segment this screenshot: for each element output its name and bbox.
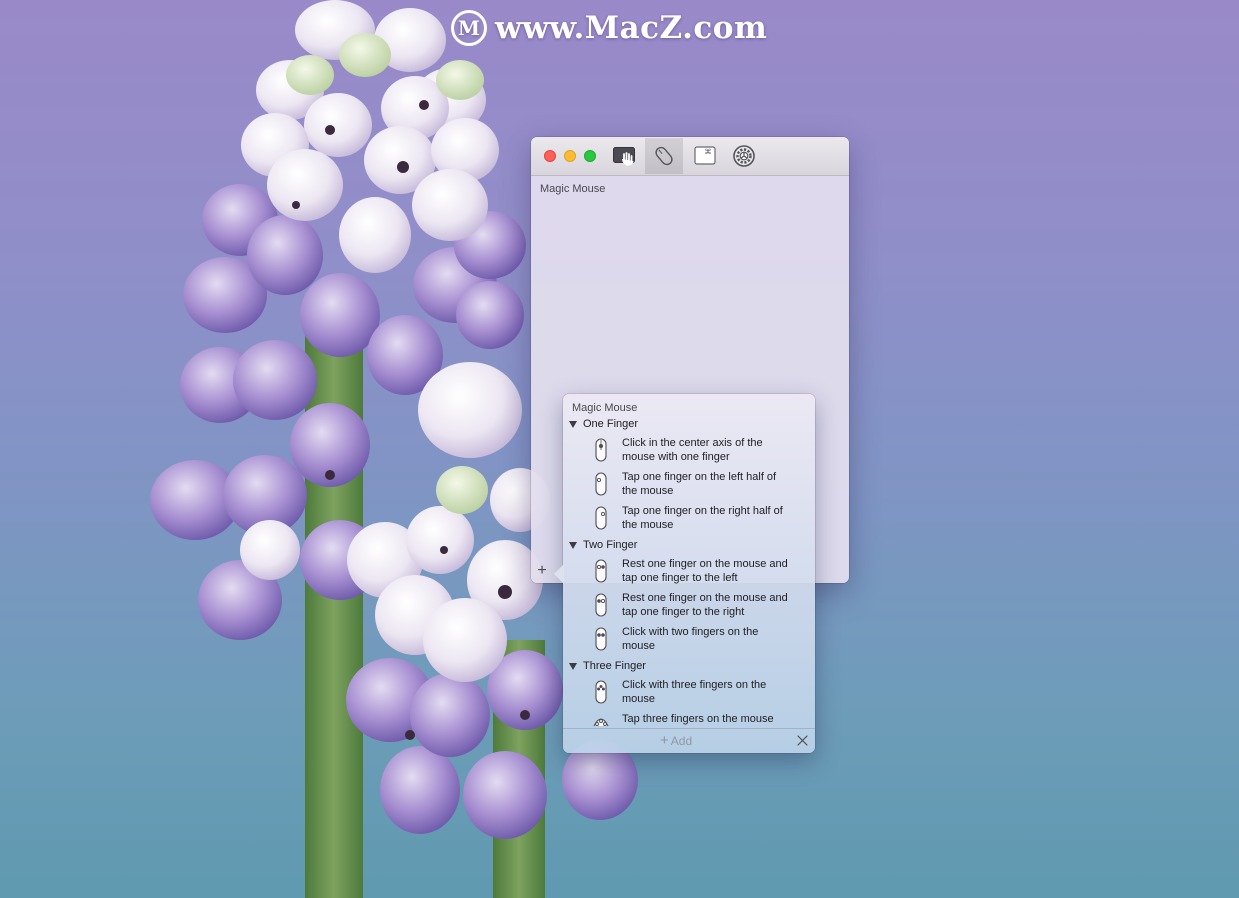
trackpad-hand-icon bbox=[613, 147, 635, 166]
mouse-right-tap-icon bbox=[595, 506, 607, 530]
mouse-rest-tap-left-icon bbox=[595, 559, 607, 583]
group-header-one-finger[interactable]: One Finger bbox=[569, 417, 638, 431]
mouse-three-finger-click-icon bbox=[595, 680, 607, 704]
plus-icon: + bbox=[660, 732, 669, 749]
mouse-three-finger-tap-icon bbox=[593, 718, 609, 727]
gesture-label: Rest one finger on the mouse and tap one… bbox=[622, 592, 788, 618]
gesture-item[interactable]: Click with two fingers on the mouse bbox=[589, 625, 811, 655]
toolbar-general-settings-button[interactable] bbox=[725, 138, 763, 174]
gesture-item[interactable]: Rest one finger on the mouse and tap one… bbox=[589, 591, 811, 621]
group-header-two-finger[interactable]: Two Finger bbox=[569, 538, 637, 552]
gesture-label: Tap three fingers on the mouse bbox=[622, 713, 774, 725]
gesture-label: Click with two fingers on the mouse bbox=[622, 626, 759, 652]
add-button[interactable]: + Add bbox=[660, 732, 693, 749]
gear-icon bbox=[733, 145, 755, 167]
toolbar-trackpad-button[interactable] bbox=[606, 138, 644, 174]
watermark-logo: M bbox=[451, 10, 487, 46]
svg-text:⌘: ⌘ bbox=[705, 148, 712, 156]
gesture-item[interactable]: Tap one finger on the left half of the m… bbox=[589, 470, 811, 500]
mouse-left-tap-icon bbox=[595, 472, 607, 496]
gesture-item[interactable]: Click with three fingers on the mouse bbox=[589, 678, 811, 708]
watermark: M www.MacZ.com bbox=[451, 8, 767, 48]
keyboard-shortcut-icon: ⌘ bbox=[694, 146, 716, 165]
window-titlebar: ⌘ bbox=[531, 137, 849, 176]
group-label: Two Finger bbox=[583, 539, 638, 551]
gesture-popover: Magic Mouse One Finger Click in the cent… bbox=[554, 394, 815, 753]
disclosure-triangle-icon[interactable] bbox=[569, 420, 577, 428]
close-icon[interactable] bbox=[796, 734, 809, 747]
group-label: Three Finger bbox=[583, 660, 646, 672]
toolbar-magic-mouse-button[interactable] bbox=[645, 138, 683, 174]
popover-footer: + Add bbox=[563, 728, 815, 753]
gesture-label: Tap one finger on the left half of the m… bbox=[622, 471, 777, 497]
mouse-two-finger-click-icon bbox=[595, 627, 607, 651]
add-button-label: Add bbox=[670, 734, 693, 748]
minimize-window-button[interactable] bbox=[564, 150, 576, 162]
gesture-item[interactable]: Tap three fingers on the mouse bbox=[589, 712, 811, 728]
gesture-label: Rest one finger on the mouse and tap one… bbox=[622, 558, 788, 584]
magic-mouse-icon bbox=[655, 146, 673, 166]
gesture-label: Click with three fingers on the mouse bbox=[622, 679, 767, 705]
gesture-item[interactable]: Click in the center axis of the mouse wi… bbox=[589, 436, 811, 466]
watermark-text: www.MacZ.com bbox=[495, 10, 768, 46]
group-label: One Finger bbox=[583, 418, 639, 430]
close-window-button[interactable] bbox=[544, 150, 556, 162]
mouse-rest-tap-right-icon bbox=[595, 593, 607, 617]
popover-title: Magic Mouse bbox=[572, 402, 638, 414]
gesture-item[interactable]: Tap one finger on the right half of the … bbox=[589, 504, 811, 534]
toolbar-keyboard-shortcut-button[interactable]: ⌘ bbox=[686, 138, 724, 174]
section-title: Magic Mouse bbox=[540, 183, 606, 195]
gesture-list[interactable]: Magic Mouse One Finger Click in the cent… bbox=[563, 394, 815, 728]
group-header-three-finger[interactable]: Three Finger bbox=[569, 659, 646, 673]
disclosure-triangle-icon[interactable] bbox=[569, 541, 577, 549]
zoom-window-button[interactable] bbox=[584, 150, 596, 162]
gesture-item[interactable]: Rest one finger on the mouse and tap one… bbox=[589, 557, 811, 587]
mouse-center-click-icon bbox=[595, 438, 607, 462]
add-gesture-button[interactable]: + bbox=[535, 563, 549, 579]
disclosure-triangle-icon[interactable] bbox=[569, 662, 577, 670]
gesture-label: Tap one finger on the right half of the … bbox=[622, 505, 783, 531]
gesture-label: Click in the center axis of the mouse wi… bbox=[622, 437, 763, 463]
